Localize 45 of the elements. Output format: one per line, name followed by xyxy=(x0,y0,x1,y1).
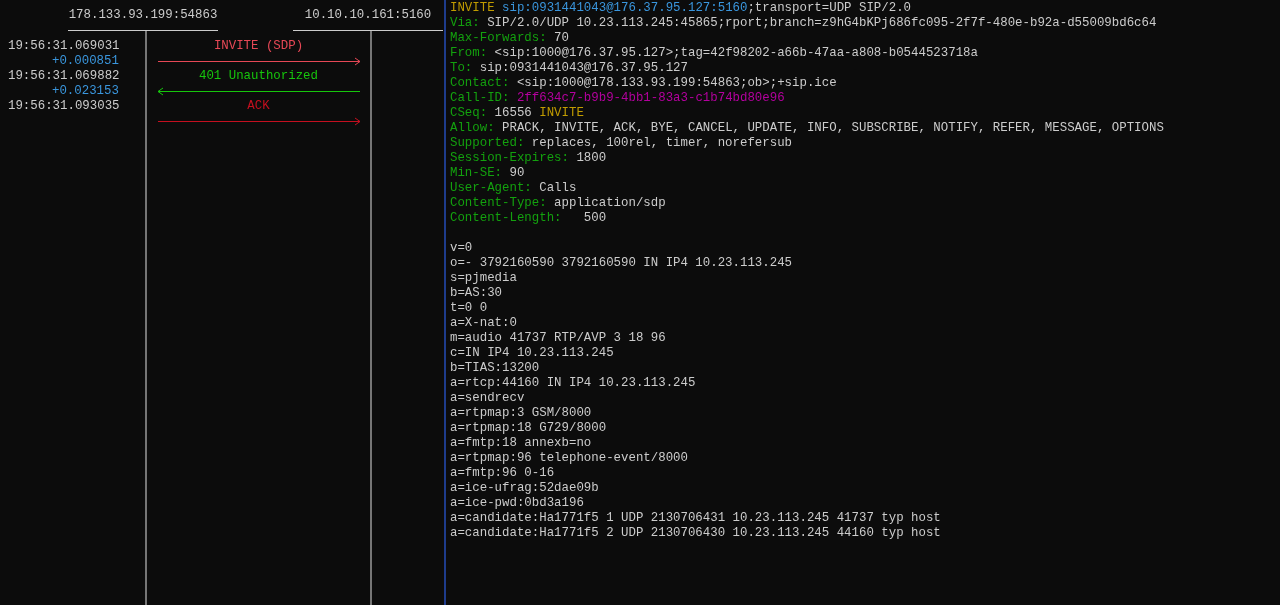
message-label[interactable]: INVITE (SDP) xyxy=(213,39,304,54)
sdp-line: a=fmtp:18 annexb=no xyxy=(450,436,592,451)
sdp-line: a=candidate:Ha1771f5 1 UDP 2130706431 10.23.113.245 41737 typ host xyxy=(450,511,941,526)
sip-header-line: Content-Length: 500 xyxy=(450,211,607,226)
sdp-line: a=ice-ufrag:52dae09b xyxy=(450,481,599,496)
sdp-line: t=0 0 xyxy=(450,301,488,316)
sip-header-line: CSeq: 16556 INVITE xyxy=(450,106,584,121)
sdp-line: a=fmtp:96 0-16 xyxy=(450,466,555,481)
sdp-line: b=TIAS:13200 xyxy=(450,361,540,376)
time-delta: +0.023153 xyxy=(51,84,120,99)
sdp-line: a=X-nat:0 xyxy=(450,316,517,331)
sip-header-line: Call-ID: 2ff634c7-b9b9-4bb1-83a3-c1b74bd80e96 xyxy=(450,91,785,106)
sip-header-line: Allow: PRACK, INVITE, ACK, BYE, CANCEL, UPDATE, INFO, SUBSCRIBE, NOTIFY, REFER, MESSAGE, OPTIONS xyxy=(450,121,1164,136)
sip-header-line: Max-Forwards: 70 xyxy=(450,31,569,46)
sdp-line: a=ice-pwd:0bd3a196 xyxy=(450,496,584,511)
sip-header-line: To: sip:0931441043@176.37.95.127 xyxy=(450,61,688,76)
sdp-line: v=0 xyxy=(450,241,473,256)
sdp-line: a=candidate:Ha1771f5 2 UDP 2130706430 10.23.113.245 44160 typ host xyxy=(450,526,941,541)
endpoint-address: 178.133.93.199:54863 xyxy=(68,8,218,31)
timestamp: 19:56:31.093035 xyxy=(7,99,121,114)
sdp-line: b=AS:30 xyxy=(450,286,503,301)
sdp-line: a=rtpmap:3 GSM/8000 xyxy=(450,406,592,421)
sip-header-line: Content-Type: application/sdp xyxy=(450,196,666,211)
sdp-line: a=rtpmap:96 telephone-event/8000 xyxy=(450,451,688,466)
sip-header-line: Via: SIP/2.0/UDP 10.23.113.245:45865;rport;branch=z9hG4bKPj686fc095-2f7f-480e-b92a-d55009bd6c64 xyxy=(450,16,1157,31)
sdp-line: s=pjmedia xyxy=(450,271,517,286)
sdp-line: m=audio 41737 RTP/AVP 3 18 96 xyxy=(450,331,666,346)
sdp-line: a=sendrecv xyxy=(450,391,525,406)
sip-header-line: User-Agent: Calls xyxy=(450,181,577,196)
sip-header-line: From: <sip:1000@176.37.95.127>;tag=42f98202-a66b-47aa-a808-b0544523718a xyxy=(450,46,978,61)
timestamp: 19:56:31.069882 xyxy=(7,69,121,84)
sip-header-line: Supported: replaces, 100rel, timer, norefersub xyxy=(450,136,793,151)
sdp-line: a=rtpmap:18 G729/8000 xyxy=(450,421,607,436)
sip-header-line: Contact: <sip:1000@178.133.93.199:54863;ob>;+sip.ice xyxy=(450,76,837,91)
sdp-line: a=rtcp:44160 IN IP4 10.23.113.245 xyxy=(450,376,696,391)
time-delta: +0.000851 xyxy=(51,54,120,69)
message-label[interactable]: 401 Unauthorized xyxy=(199,69,318,84)
sip-header-line: Session-Expires: 1800 xyxy=(450,151,607,166)
endpoint-address: 10.10.10.161:5160 xyxy=(293,8,443,31)
sip-header-line: Min-SE: 90 xyxy=(450,166,525,181)
sip-header-line: INVITE sip:0931441043@176.37.95.127:5160;transport=UDP SIP/2.0 xyxy=(450,1,912,16)
timestamp: 19:56:31.069031 xyxy=(7,39,121,54)
sdp-line: c=IN IP4 10.23.113.245 xyxy=(450,346,614,361)
message-label[interactable]: ACK xyxy=(247,99,270,114)
sdp-line: o=- 3792160590 3792160590 IN IP4 10.23.113.245 xyxy=(450,256,793,271)
